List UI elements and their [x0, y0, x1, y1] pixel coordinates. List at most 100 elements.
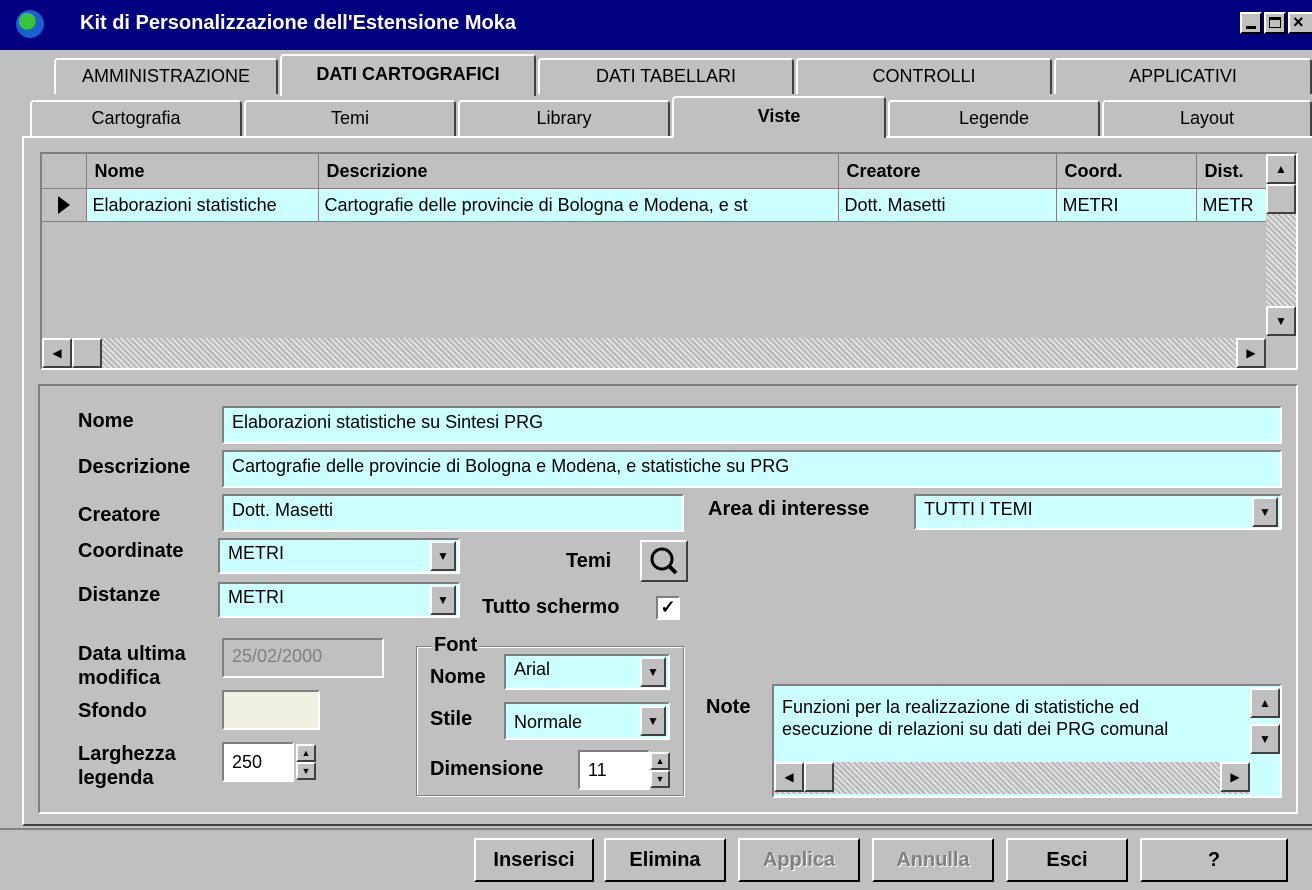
- help-button[interactable]: ?: [1140, 838, 1288, 882]
- temi-label: Temi: [566, 550, 612, 572]
- coordinate-combo[interactable]: METRI: [218, 538, 460, 574]
- tab-layout[interactable]: Layout: [1102, 100, 1312, 136]
- tab-legende[interactable]: Legende: [888, 100, 1100, 136]
- note-label: Note: [706, 696, 751, 718]
- descrizione-label: Descrizione: [78, 456, 191, 478]
- tab-controlli[interactable]: CONTROLLI: [796, 58, 1052, 94]
- note-text: Funzioni per la realizzazione di statist…: [782, 696, 1168, 740]
- row-indicator-header: [42, 154, 87, 189]
- tutto-schermo-label: Tutto schermo: [482, 596, 620, 618]
- minimize-button[interactable]: [1240, 12, 1262, 34]
- cell-creatore[interactable]: Dott. Masetti: [838, 188, 1057, 222]
- applica-button[interactable]: Applica: [738, 838, 860, 882]
- scroll-up-icon[interactable]: ▲: [1266, 154, 1296, 184]
- column-header-nome[interactable]: Nome: [86, 154, 319, 189]
- font-nome-chevron-down-icon[interactable]: ▼: [640, 657, 666, 687]
- font-stile-value: Normale: [514, 712, 583, 732]
- distanze-label: Distanze: [78, 584, 161, 606]
- tab-applicativi[interactable]: APPLICATIVI: [1054, 58, 1312, 94]
- horizontal-scroll-thumb[interactable]: [72, 338, 102, 368]
- globe-icon: [16, 10, 44, 38]
- main-tab-strip: AMMINISTRAZIONE DATI CARTOGRAFICI DATI T…: [0, 50, 1312, 96]
- annulla-button[interactable]: Annulla: [872, 838, 994, 882]
- sfondo-color-swatch[interactable]: [222, 690, 320, 730]
- tab-library[interactable]: Library: [458, 100, 670, 136]
- note-scroll-left-icon[interactable]: ◀: [774, 762, 804, 792]
- larghezza-label-line1: Larghezza: [78, 743, 176, 765]
- note-scroll-down-icon[interactable]: ▼: [1250, 724, 1280, 754]
- creatore-field[interactable]: Dott. Masetti: [222, 494, 684, 532]
- close-button[interactable]: ×: [1288, 12, 1312, 34]
- area-interesse-combo[interactable]: TUTTI I TEMI: [914, 494, 1282, 530]
- note-textarea[interactable]: Funzioni per la realizzazione di statist…: [772, 684, 1282, 798]
- grid-horizontal-scrollbar[interactable]: [42, 338, 1266, 368]
- area-interesse-value: TUTTI I TEMI: [924, 499, 1033, 519]
- tab-amministrazione[interactable]: AMMINISTRAZIONE: [54, 58, 278, 94]
- font-dimensione-spinner[interactable]: 11: [578, 750, 650, 790]
- column-header-coord[interactable]: Coord.: [1056, 154, 1197, 189]
- column-header-descrizione[interactable]: Descrizione: [318, 154, 839, 189]
- coordinate-chevron-down-icon[interactable]: ▼: [430, 541, 456, 571]
- scroll-left-icon[interactable]: ◀: [42, 338, 72, 368]
- distanze-combo[interactable]: METRI: [218, 582, 460, 618]
- scroll-down-icon[interactable]: ▼: [1266, 306, 1296, 336]
- data-ultima-modifica-label: Data ultima modifica: [78, 642, 186, 690]
- note-scroll-right-icon[interactable]: ▶: [1220, 762, 1250, 792]
- maximize-button[interactable]: [1264, 12, 1286, 34]
- tutto-schermo-checkbox[interactable]: ✓: [656, 596, 680, 620]
- title-bar: Kit di Personalizzazione dell'Estensione…: [0, 0, 1312, 50]
- dimensione-spin-down-icon[interactable]: ▼: [650, 770, 670, 788]
- larghezza-spin-down-icon[interactable]: ▼: [296, 762, 316, 780]
- magnifier-icon: [650, 547, 678, 575]
- sub-tab-strip: Cartografia Temi Library Viste Legende L…: [0, 94, 1312, 138]
- table-row[interactable]: Elaborazioni statistiche Cartografie del…: [42, 188, 1269, 222]
- tab-cartografia[interactable]: Cartografia: [30, 100, 242, 136]
- cell-nome[interactable]: Elaborazioni statistiche: [86, 188, 319, 222]
- font-nome-label: Nome: [430, 666, 486, 688]
- font-stile-chevron-down-icon[interactable]: ▼: [640, 706, 666, 736]
- tab-temi[interactable]: Temi: [244, 100, 456, 136]
- larghezza-legenda-spinner[interactable]: 250: [222, 742, 294, 782]
- coordinate-value: METRI: [228, 543, 284, 563]
- font-stile-label: Stile: [430, 708, 473, 730]
- data-label-line2: modifica: [78, 667, 161, 689]
- area-interesse-label: Area di interesse: [708, 498, 870, 520]
- esci-button[interactable]: Esci: [1006, 838, 1128, 882]
- larghezza-label-line2: legenda: [78, 767, 154, 789]
- elimina-button[interactable]: Elimina: [604, 838, 726, 882]
- column-header-dist[interactable]: Dist.: [1196, 154, 1269, 189]
- creatore-label: Creatore: [78, 504, 161, 526]
- cell-coord[interactable]: METRI: [1056, 188, 1197, 222]
- larghezza-legenda-label: Larghezza legenda: [78, 742, 176, 790]
- distanze-chevron-down-icon[interactable]: ▼: [430, 585, 456, 615]
- vertical-scroll-thumb[interactable]: [1266, 184, 1296, 214]
- note-horizontal-thumb[interactable]: [804, 762, 834, 792]
- larghezza-spin-up-icon[interactable]: ▲: [296, 744, 316, 762]
- descrizione-field[interactable]: Cartografie delle provincie di Bologna e…: [222, 450, 1282, 488]
- area-dropdown-chevron-down-icon[interactable]: ▼: [1252, 497, 1278, 527]
- note-line-2: esecuzione di relazioni su dati dei PRG …: [782, 719, 1169, 739]
- tab-dati-cartografici[interactable]: DATI CARTOGRAFICI: [280, 54, 536, 96]
- inserisci-button[interactable]: Inserisci: [474, 838, 594, 882]
- cell-descrizione[interactable]: Cartografie delle provincie di Bologna e…: [318, 188, 839, 222]
- note-scroll-up-icon[interactable]: ▲: [1250, 688, 1280, 718]
- cell-dist[interactable]: METR: [1196, 188, 1269, 222]
- scroll-right-icon[interactable]: ▶: [1236, 338, 1266, 368]
- data-ultima-modifica-field: 25/02/2000: [222, 638, 384, 678]
- window-title: Kit di Personalizzazione dell'Estensione…: [80, 12, 516, 34]
- font-dimensione-label: Dimensione: [430, 758, 544, 780]
- column-header-creatore[interactable]: Creatore: [838, 154, 1057, 189]
- tab-viste[interactable]: Viste: [672, 96, 886, 138]
- data-label-line1: Data ultima: [78, 643, 186, 665]
- temi-search-button[interactable]: [640, 540, 688, 582]
- tab-dati-tabellari[interactable]: DATI TABELLARI: [538, 58, 794, 94]
- nome-label: Nome: [78, 410, 134, 432]
- views-table: Nome Descrizione Creatore Coord. Dist. E…: [42, 154, 1269, 222]
- note-horizontal-scrollbar[interactable]: [774, 762, 1250, 794]
- dimensione-spin-up-icon[interactable]: ▲: [650, 752, 670, 770]
- nome-field[interactable]: Elaborazioni statistiche su Sintesi PRG: [222, 406, 1282, 444]
- distanze-value: METRI: [228, 587, 284, 607]
- separator: [0, 828, 1312, 830]
- views-grid: Nome Descrizione Creatore Coord. Dist. E…: [40, 152, 1298, 370]
- note-line-1: Funzioni per la realizzazione di statist…: [782, 697, 1140, 717]
